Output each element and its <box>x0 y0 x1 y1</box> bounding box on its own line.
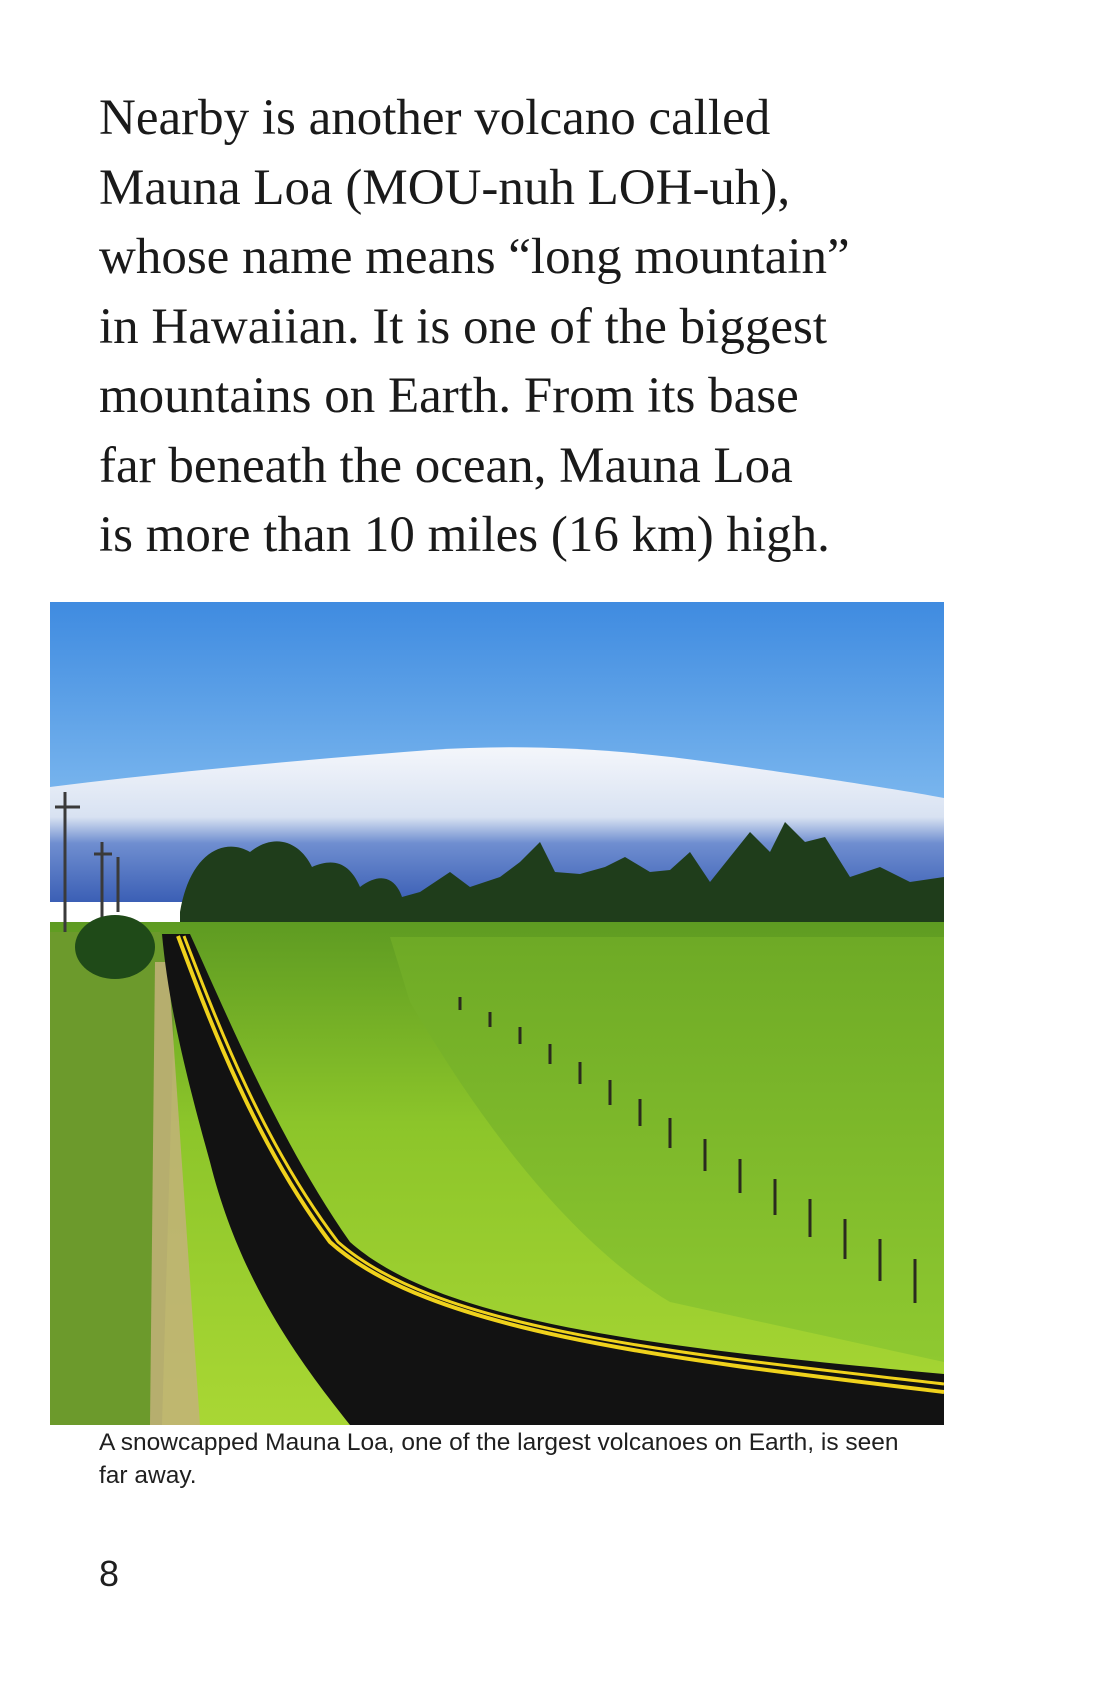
page-number: 8 <box>99 1553 120 1594</box>
body-line: mountains on Earth. From its base <box>99 368 799 424</box>
photo-caption: A snowcapped Mauna Loa, one of the large… <box>99 1429 899 1489</box>
body-line: whose name means “long mountain” <box>99 229 850 285</box>
bush <box>75 915 155 979</box>
body-line: in Hawaiian. It is one of the biggest <box>99 298 827 355</box>
body-line: far beneath the ocean, Mauna Loa <box>99 437 793 494</box>
body-line: is more than 10 miles (16 km) high. <box>99 507 830 563</box>
mauna-loa-photo <box>50 602 944 1425</box>
body-line: Nearby is another volcano called <box>99 90 771 146</box>
body-paragraph: Nearby is another volcano called Mauna L… <box>99 84 999 571</box>
body-line: Mauna Loa (MOU-nuh LOH-uh), <box>99 159 791 216</box>
